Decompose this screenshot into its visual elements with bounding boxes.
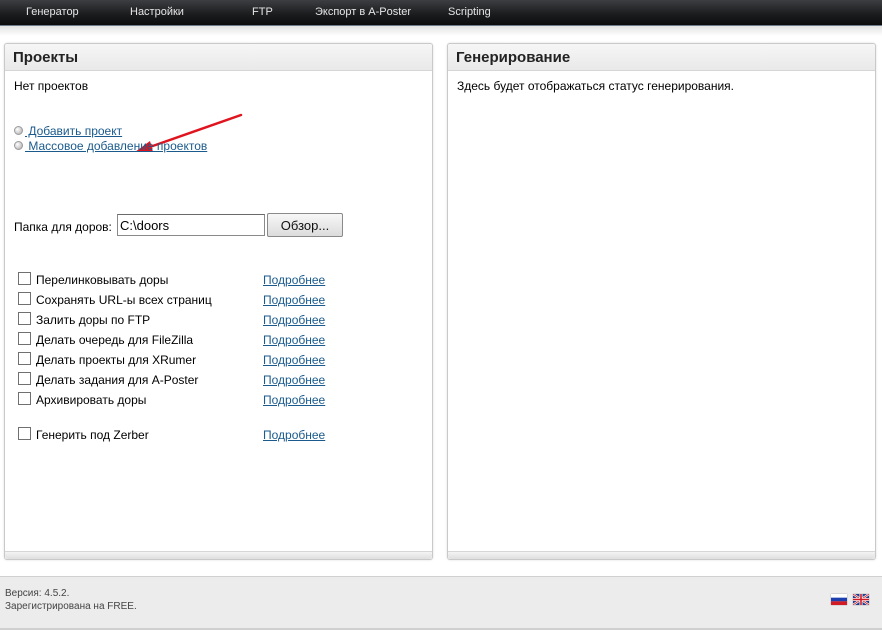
option-label: Делать очередь для FileZilla xyxy=(36,333,194,347)
interlink-checkbox[interactable] xyxy=(18,272,31,285)
option-label: Делать проекты для XRumer xyxy=(36,353,197,367)
folder-label: Папка для доров: xyxy=(14,220,112,234)
generation-title: Генерирование xyxy=(456,49,571,66)
more-link[interactable]: Подробнее xyxy=(263,273,325,287)
folder-path-input[interactable] xyxy=(117,214,265,236)
zerber-checkbox[interactable] xyxy=(18,427,31,440)
option-row-filezilla-queue: Делать очередь для FileZilla Подробнее xyxy=(18,332,338,348)
more-link[interactable]: Подробнее xyxy=(263,293,325,307)
add-project-link[interactable]: Добавить проект xyxy=(25,124,122,138)
option-row-archive: Архивировать доры Подробнее xyxy=(18,392,338,408)
bullet-icon xyxy=(14,141,23,150)
option-label: Залить доры по FTP xyxy=(36,313,151,327)
version-text: Версия: 4.5.2. xyxy=(5,588,70,599)
menu-item-settings[interactable]: Настройки xyxy=(130,6,184,18)
page-footer: Версия: 4.5.2. Зарегистрирована на FREE. xyxy=(0,576,882,630)
more-link[interactable]: Подробнее xyxy=(263,313,325,327)
menu-item-scripting[interactable]: Scripting xyxy=(448,6,491,18)
generation-panel-header: Генерирование xyxy=(448,44,875,71)
option-row-save-urls: Сохранять URL-ы всех страниц Подробнее xyxy=(18,292,338,308)
projects-panel: Проекты Нет проектов Добавить проект Мас… xyxy=(4,43,433,560)
topbar-shadow xyxy=(0,26,882,36)
option-label: Перелинковывать доры xyxy=(36,273,169,287)
menu-item-export-a-poster[interactable]: Экспорт в A-Poster xyxy=(315,6,411,18)
option-row-xrumer-projects: Делать проекты для XRumer Подробнее xyxy=(18,352,338,368)
bullet-icon xyxy=(14,126,23,135)
more-link[interactable]: Подробнее xyxy=(263,333,325,347)
generation-status-text: Здесь будет отображаться статус генериро… xyxy=(457,79,735,93)
more-link[interactable]: Подробнее xyxy=(263,353,325,367)
option-label: Архивировать доры xyxy=(36,393,147,407)
generation-panel: Генерирование Здесь будет отображаться с… xyxy=(447,43,876,560)
generation-panel-footer xyxy=(448,551,875,559)
projects-title: Проекты xyxy=(13,49,79,66)
option-label: Генерить под Zerber xyxy=(36,428,149,442)
save-urls-checkbox[interactable] xyxy=(18,292,31,305)
projects-panel-footer xyxy=(5,551,432,559)
option-row-interlink: Перелинковывать доры Подробнее xyxy=(18,272,338,288)
add-project-row: Добавить проект xyxy=(14,124,122,138)
menu-item-ftp[interactable]: FTP xyxy=(252,6,273,18)
archive-checkbox[interactable] xyxy=(18,392,31,405)
option-row-zerber: Генерить под Zerber Подробнее xyxy=(18,427,338,443)
option-label: Сохранять URL-ы всех страниц xyxy=(36,293,212,307)
more-link[interactable]: Подробнее xyxy=(263,393,325,407)
bulk-add-projects-link[interactable]: Массовое добавление проектов xyxy=(25,139,207,153)
ftp-upload-checkbox[interactable] xyxy=(18,312,31,325)
aposter-tasks-checkbox[interactable] xyxy=(18,372,31,385)
xrumer-projects-checkbox[interactable] xyxy=(18,352,31,365)
top-menu-bar: Генератор Настройки FTP Экспорт в A-Post… xyxy=(0,0,882,26)
more-link[interactable]: Подробнее xyxy=(263,428,325,442)
projects-panel-header: Проекты xyxy=(5,44,432,71)
option-label: Делать задания для A-Poster xyxy=(36,373,199,387)
option-row-aposter-tasks: Делать задания для A-Poster Подробнее xyxy=(18,372,338,388)
registration-text: Зарегистрирована на FREE. xyxy=(5,601,137,612)
more-link[interactable]: Подробнее xyxy=(263,373,325,387)
russian-flag-icon[interactable] xyxy=(831,594,847,605)
no-projects-text: Нет проектов xyxy=(14,79,89,93)
browse-button[interactable]: Обзор... xyxy=(267,213,343,237)
bulk-add-row: Массовое добавление проектов xyxy=(14,139,207,153)
option-row-ftp-upload: Залить доры по FTP Подробнее xyxy=(18,312,338,328)
filezilla-queue-checkbox[interactable] xyxy=(18,332,31,345)
uk-flag-icon[interactable] xyxy=(853,594,869,605)
menu-item-generator[interactable]: Генератор xyxy=(26,6,79,18)
